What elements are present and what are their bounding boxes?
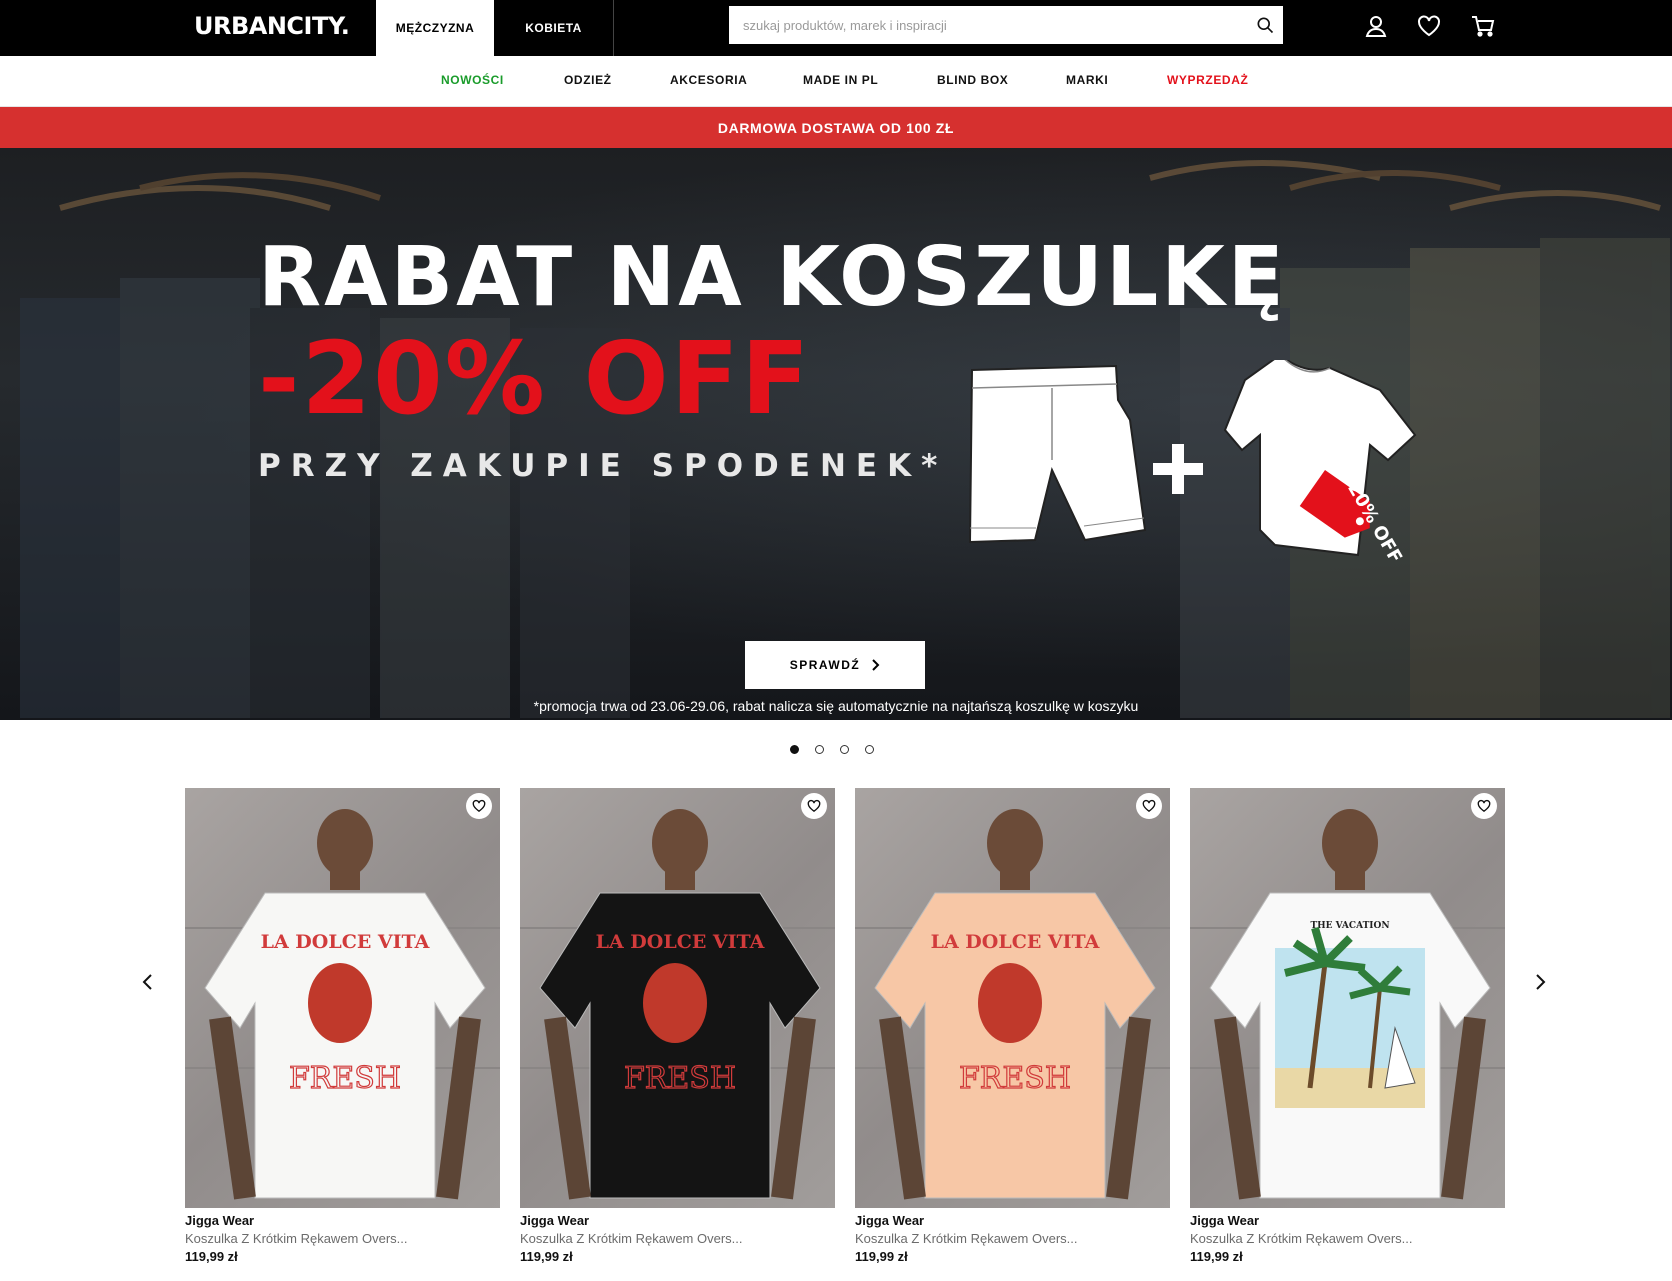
nav-item-new[interactable]: NOWOŚCI — [441, 73, 504, 87]
palm-tree-print — [1275, 926, 1425, 1108]
wishlist-button[interactable] — [466, 793, 492, 819]
product-name[interactable]: Koszulka Z Krótkim Rękawem Overs... — [185, 1231, 500, 1246]
slider-dot-1[interactable] — [790, 745, 799, 754]
nav-item-brands[interactable]: MARKI — [1066, 73, 1108, 87]
product-image[interactable]: LA DOLCE VITA FRESH — [855, 788, 1170, 1208]
check-button[interactable]: SPRAWDŹ — [745, 641, 925, 689]
shirt-print-title: LA DOLCE VITA — [596, 931, 765, 953]
product-image[interactable]: LA DOLCE VITA FRESH — [520, 788, 835, 1208]
hero-banner[interactable]: RABAT NA KOSZULKĘ -20% OFF PRZY ZAKUPIE … — [0, 148, 1672, 720]
account-icon[interactable] — [1362, 12, 1390, 40]
nav-item-accessories[interactable]: AKCESORIA — [670, 73, 747, 87]
shirt-print-subtitle: FRESH — [624, 1061, 736, 1096]
hero-discount: -20% OFF — [258, 320, 812, 437]
site-logo[interactable]: URBANCITY. — [194, 12, 350, 40]
top-bar: URBANCITY. MĘŻCZYZNA KOBIETA — [0, 0, 1672, 56]
promo-note: *promocja trwa od 23.06-29.06, rabat nal… — [533, 698, 1139, 714]
product-price: 119,99 zł — [185, 1249, 238, 1264]
shirt-print-title: LA DOLCE VITA — [261, 931, 430, 953]
free-shipping-banner[interactable]: DARMOWA DOSTAWA OD 100 ZŁ — [0, 107, 1672, 148]
shirt-print-title: THE VACATION — [1310, 921, 1389, 931]
nav-item-sale[interactable]: WYPRZEDAŻ — [1167, 73, 1248, 87]
main-nav: NOWOŚCI ODZIEŻ AKCESORIA MADE IN PL BLIN… — [0, 56, 1672, 107]
product-brand[interactable]: Jigga Wear — [855, 1213, 1170, 1228]
check-button-label: SPRAWDŹ — [789, 658, 861, 672]
wishlist-button[interactable] — [1471, 793, 1497, 819]
product-photo: LA DOLCE VITA FRESH — [855, 809, 1170, 1200]
heart-icon[interactable] — [1415, 12, 1443, 40]
product-card[interactable]: THE VACATION Jigga Wear Koszulka Z Krótk… — [1190, 788, 1505, 1264]
product-price: 119,99 zł — [1190, 1249, 1243, 1264]
slider-dot-3[interactable] — [840, 745, 849, 754]
nav-item-clothing[interactable]: ODZIEŻ — [564, 73, 612, 87]
shorts-plus-tshirt-illustration: 20% OFF — [968, 360, 1417, 567]
search-input[interactable] — [729, 6, 1229, 44]
product-name[interactable]: Koszulka Z Krótkim Rękawem Overs... — [1190, 1231, 1505, 1246]
product-card[interactable]: LA DOLCE VITA FRESH Jigga Wear Koszulka Z… — [855, 788, 1170, 1264]
product-price: 119,99 zł — [520, 1249, 573, 1264]
heart-icon — [807, 799, 821, 812]
product-brand[interactable]: Jigga Wear — [520, 1213, 835, 1228]
tab-men[interactable]: MĘŻCZYZNA — [376, 0, 494, 56]
product-card[interactable]: LA DOLCE VITA FRESH Jigga Wear Koszulka Z… — [520, 788, 835, 1264]
slider-dot-4[interactable] — [865, 745, 874, 754]
product-card[interactable]: LA DOLCE VITA FRESH Jigga Wear Koszulka Z… — [185, 788, 500, 1264]
shirt-print-subtitle: FRESH — [289, 1061, 401, 1096]
product-brand[interactable]: Jigga Wear — [185, 1213, 500, 1228]
heart-icon — [1142, 799, 1156, 812]
nav-item-made-in-pl[interactable]: MADE IN PL — [803, 73, 878, 87]
wishlist-button[interactable] — [801, 793, 827, 819]
carousel-next-arrow-icon[interactable] — [1528, 970, 1552, 994]
hero-title: RABAT NA KOSZULKĘ — [258, 230, 1287, 325]
shirt-print-title: LA DOLCE VITA — [931, 931, 1100, 953]
search-icon[interactable] — [1255, 15, 1275, 35]
product-price: 119,99 zł — [855, 1249, 908, 1264]
product-name[interactable]: Koszulka Z Krótkim Rękawem Overs... — [520, 1231, 835, 1246]
product-name[interactable]: Koszulka Z Krótkim Rękawem Overs... — [855, 1231, 1170, 1246]
heart-icon — [1477, 799, 1491, 812]
chevron-right-icon — [872, 659, 880, 671]
shirt-print-subtitle: FRESH — [959, 1061, 1071, 1096]
strawberry-print — [643, 963, 707, 1043]
slider-dot-2[interactable] — [815, 745, 824, 754]
product-photo: THE VACATION — [1190, 809, 1505, 1200]
strawberry-print — [978, 963, 1042, 1043]
heart-icon — [472, 799, 486, 812]
product-brand[interactable]: Jigga Wear — [1190, 1213, 1505, 1228]
product-photo: LA DOLCE VITA FRESH — [520, 809, 835, 1200]
carousel-prev-arrow-icon[interactable] — [136, 970, 160, 994]
product-image[interactable]: LA DOLCE VITA FRESH — [185, 788, 500, 1208]
nav-item-blind-box[interactable]: BLIND BOX — [937, 73, 1008, 87]
product-image[interactable]: THE VACATION — [1190, 788, 1505, 1208]
tab-women[interactable]: KOBIETA — [494, 0, 614, 56]
cart-icon[interactable] — [1469, 12, 1497, 40]
wishlist-button[interactable] — [1136, 793, 1162, 819]
product-photo: LA DOLCE VITA FRESH — [185, 809, 500, 1200]
hero-subtitle: PRZY ZAKUPIE SPODENEK* — [258, 448, 948, 484]
strawberry-print — [308, 963, 372, 1043]
search-bar — [729, 6, 1283, 44]
slider-dots — [790, 745, 874, 754]
